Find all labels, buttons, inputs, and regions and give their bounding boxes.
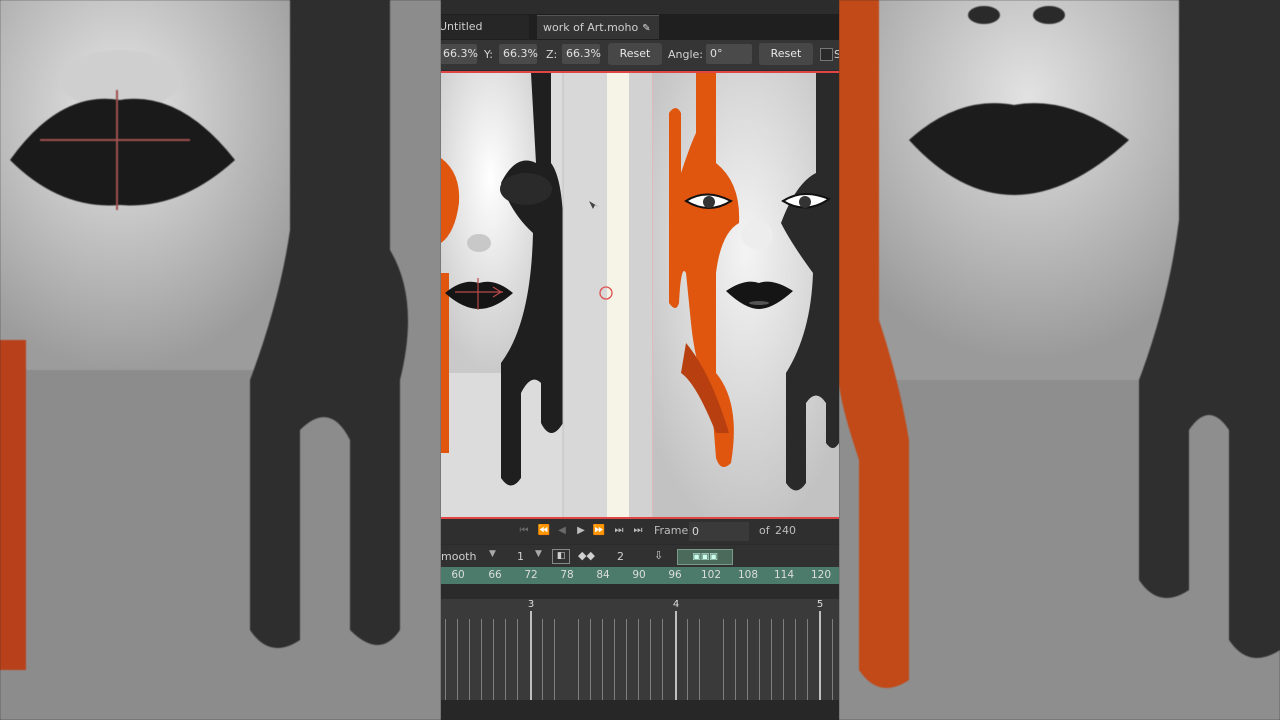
angle-field[interactable]: 0° [706, 44, 752, 64]
second-marker-label: 3 [527, 599, 535, 610]
timeline-track[interactable]: 3 4 5 [441, 599, 839, 700]
background-left-blur [0, 0, 441, 720]
title-strip [441, 0, 839, 14]
frame-tick [554, 619, 555, 700]
onion-skin-icons[interactable]: ▣▣▣ [677, 549, 733, 565]
ruler-tick-label: 96 [668, 569, 682, 581]
keys-count[interactable]: 2 [617, 550, 624, 563]
frame-tick [783, 619, 784, 700]
second-marker [675, 611, 677, 700]
frame-tick [759, 619, 760, 700]
timeline-ruler[interactable]: 60 66 72 78 84 90 96 102 108 114 120 [441, 567, 839, 584]
bookmark-icon[interactable]: ⇩ [654, 549, 663, 562]
frame-tick [832, 619, 833, 700]
playback-controls: ⏮ ⏪ ◀ ▶ ⏩ ⏭ ⏭ Frame 0 of 240 [441, 519, 839, 544]
frame-tick [590, 619, 591, 700]
ruler-tick-label: 114 [773, 569, 795, 581]
frame-tick [493, 619, 494, 700]
ruler-tick-label: 108 [737, 569, 759, 581]
pencil-icon: ✎ [642, 23, 651, 34]
tab-label: work of Art.moho [543, 21, 639, 34]
keys-ripple-icon[interactable]: ◆◆ [578, 549, 595, 562]
frame-tick [723, 619, 724, 700]
second-marker-label: 5 [816, 599, 824, 610]
rewind-start-icon[interactable]: ⏮ [517, 524, 531, 538]
stage-canvas[interactable] [441, 71, 839, 519]
total-frames: 240 [775, 524, 796, 537]
x-scale-field[interactable]: 66.3% [441, 44, 478, 64]
ruler-tick-label: 72 [524, 569, 538, 581]
chevron-down-icon[interactable]: ▼ [535, 549, 542, 559]
frame-tick [687, 619, 688, 700]
frame-field[interactable]: 0 [689, 522, 749, 541]
background-right-blur [839, 0, 1280, 720]
cut-off-label: S [834, 48, 839, 61]
keyframe-toggle-icon[interactable]: ◧ [552, 549, 570, 564]
z-label: Z: [546, 48, 558, 61]
frame-tick [517, 619, 518, 700]
ruler-tick-label: 102 [700, 569, 722, 581]
second-marker-label: 4 [672, 599, 680, 610]
frame-tick [614, 619, 615, 700]
timeline-bottom-strip [441, 700, 839, 720]
second-marker [819, 611, 821, 700]
document-tab-bar: Untitled 2.moho work of Art.moho✎ [441, 0, 839, 57]
frame-tick [650, 619, 651, 700]
frame-label: Frame [654, 524, 689, 537]
frame-tick [771, 619, 772, 700]
previous-key-icon[interactable]: ⏪ [537, 524, 551, 538]
tab-untitled-2[interactable]: Untitled 2.moho [441, 15, 529, 57]
frame-tick [481, 619, 482, 700]
frame-tick [699, 619, 700, 700]
ruler-tick-label: 60 [451, 569, 465, 581]
frame-tick [542, 619, 543, 700]
reset-angle-button[interactable]: Reset [759, 43, 813, 65]
frame-tick [638, 619, 639, 700]
frame-tick [662, 619, 663, 700]
step-forward-icon[interactable]: ⏩ [592, 524, 606, 538]
timeline-toolbar: mooth ▼ 1 ▼ ◧ ◆◆ 2 ⇩ ▣▣▣ [441, 545, 839, 567]
frame-tick [457, 619, 458, 700]
frame-tick [795, 619, 796, 700]
ruler-tick-label: 90 [632, 569, 646, 581]
frame-tick [578, 619, 579, 700]
frame-tick [445, 619, 446, 700]
frame-tick [626, 619, 627, 700]
ruler-tick-label: 66 [488, 569, 502, 581]
frame-tick [747, 619, 748, 700]
toolbar-checkbox[interactable] [820, 48, 833, 61]
play-icon[interactable]: ▶ [574, 524, 588, 538]
ruler-tick-label: 78 [560, 569, 574, 581]
timeline-divider [441, 584, 839, 599]
frame-tick [505, 619, 506, 700]
angle-label: Angle: [668, 48, 704, 61]
frame-tick [469, 619, 470, 700]
tab-work-of-art[interactable]: work of Art.moho ✎ [537, 15, 659, 39]
frame-tick [602, 619, 603, 700]
y-scale-field[interactable]: 66.3% [499, 44, 538, 64]
interpolation-count[interactable]: 1 [517, 550, 524, 563]
of-label: of [759, 524, 770, 537]
y-label: Y: [484, 48, 493, 61]
reset-scale-button[interactable]: Reset [608, 43, 662, 65]
ruler-tick-label: 120 [810, 569, 832, 581]
chevron-down-icon[interactable]: ▼ [489, 549, 496, 559]
frame-tick [807, 619, 808, 700]
moho-app-window: Untitled 2.moho work of Art.moho✎ 66.3% … [441, 0, 839, 720]
interpolation-select[interactable]: mooth [441, 550, 476, 563]
z-scale-field[interactable]: 66.3% [562, 44, 601, 64]
transform-toolbar: 66.3% Y: 66.3% Z: 66.3% Reset Angle: 0° … [441, 40, 839, 70]
second-marker [530, 611, 532, 700]
frame-tick [735, 619, 736, 700]
step-back-icon[interactable]: ◀ [555, 524, 569, 538]
background-right-art [839, 0, 1280, 720]
next-key-icon[interactable]: ⏭ [612, 524, 626, 538]
artwork [441, 73, 839, 517]
background-left-art [0, 0, 441, 720]
ruler-tick-label: 84 [596, 569, 610, 581]
fast-forward-end-icon[interactable]: ⏭ [631, 524, 645, 538]
